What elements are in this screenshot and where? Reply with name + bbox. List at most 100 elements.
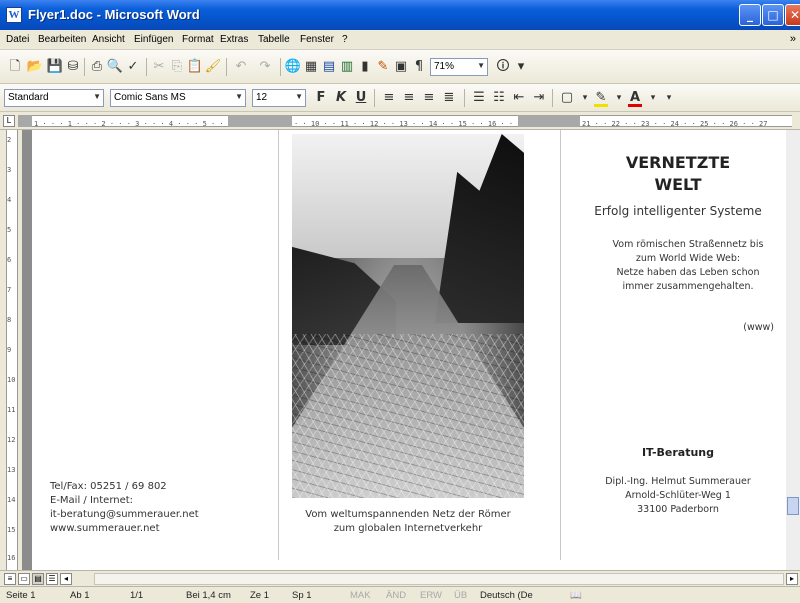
tab-selector-icon[interactable]: L xyxy=(3,115,15,127)
align-left-icon[interactable]: ≡ xyxy=(380,89,398,107)
permission-icon[interactable]: ⛁ xyxy=(64,58,82,76)
copy-icon[interactable]: ⎘ xyxy=(168,58,186,76)
numbering-icon[interactable]: ☰ xyxy=(470,89,488,107)
status-macro[interactable]: MAK xyxy=(350,590,371,601)
word-app-icon[interactable]: W xyxy=(6,7,22,23)
decrease-indent-icon[interactable]: ⇤ xyxy=(510,89,528,107)
caption-line-1: Vom weltumspannenden Netz der Römer xyxy=(305,509,511,520)
status-extend[interactable]: ERW xyxy=(420,590,442,601)
justify-icon[interactable]: ≣ xyxy=(440,89,458,107)
help-icon[interactable]: 🛈 xyxy=(494,58,512,76)
align-right-icon[interactable]: ≡ xyxy=(420,89,438,107)
subheadline: Erfolg intelligenter Systeme xyxy=(594,204,762,218)
increase-indent-icon[interactable]: ⇥ xyxy=(530,89,548,107)
zoom-value: 71% xyxy=(434,61,455,72)
columns-icon[interactable]: ▮ xyxy=(356,58,374,76)
style-combo[interactable]: Standard ▼ xyxy=(4,89,104,107)
menu-overflow-icon[interactable]: » xyxy=(790,33,796,45)
horizontal-scrollbar-area: ≡ ▭ ▤ ☰ ◂ ▸ xyxy=(0,570,800,586)
intro-text: Vom römischen Straßennetz bis zum World … xyxy=(590,238,786,294)
cut-icon[interactable]: ✂ xyxy=(150,58,168,76)
caption-line-2: zum globalen Internetverkehr xyxy=(333,523,483,534)
spelling-status-icon[interactable]: 📖 xyxy=(570,590,582,601)
maximize-button[interactable]: □ xyxy=(762,4,784,26)
menu-help[interactable]: ? xyxy=(342,34,348,45)
menu-tabelle[interactable]: Tabelle xyxy=(258,34,290,45)
insert-excel-icon[interactable]: ▥ xyxy=(338,58,356,76)
status-section: Ab 1 xyxy=(70,590,90,601)
redo-icon[interactable]: ↷ xyxy=(256,58,274,76)
road-photo[interactable] xyxy=(292,134,524,498)
www-note: (www) xyxy=(743,322,774,333)
phone-fax: Tel/Fax: 05251 / 69 802 xyxy=(50,481,167,492)
undo-icon[interactable]: ↶ xyxy=(232,58,250,76)
document-map-icon[interactable]: ▣ xyxy=(392,58,410,76)
chevron-down-icon[interactable]: ▼ xyxy=(93,92,101,101)
close-button[interactable]: ✕ xyxy=(785,4,800,26)
format-painter-icon[interactable]: 🖌 xyxy=(204,58,222,76)
status-line: Ze 1 xyxy=(250,590,270,601)
underline-button[interactable]: U xyxy=(352,89,370,107)
document-area[interactable]: Tel/Fax: 05251 / 69 802 E-Mail / Interne… xyxy=(22,130,786,570)
menu-fenster[interactable]: Fenster xyxy=(300,34,334,45)
drawing-icon[interactable]: ✎ xyxy=(374,58,392,76)
minimize-button[interactable]: _ xyxy=(739,4,761,26)
ruler-ticks-mid: · · 10 · · 11 · · 12 · · 13 · · 14 · · 1… xyxy=(294,120,516,128)
photo-caption: Vom weltumspannenden Netz der Römer zum … xyxy=(294,508,522,536)
intro-line-3: Netze haben das Leben schon xyxy=(616,267,760,278)
tables-borders-icon[interactable]: ▦ xyxy=(302,58,320,76)
zoom-combo[interactable]: 71% ▼ xyxy=(430,58,488,76)
scroll-thumb[interactable] xyxy=(787,497,799,515)
font-size-combo[interactable]: 12 ▼ xyxy=(252,89,306,107)
menu-einfuegen[interactable]: Einfügen xyxy=(134,34,173,45)
new-document-icon[interactable]: 🗋 xyxy=(6,58,24,76)
document-page[interactable]: Tel/Fax: 05251 / 69 802 E-Mail / Interne… xyxy=(32,130,786,570)
status-track-changes[interactable]: ÄND xyxy=(386,590,406,601)
title-bar[interactable]: W Flyer1.doc - Microsoft Word _ □ ✕ xyxy=(0,0,800,30)
toolbar-options-icon[interactable]: ▾ xyxy=(512,58,530,76)
spelling-icon[interactable]: ✓ xyxy=(124,58,142,76)
paste-icon[interactable]: 📋 xyxy=(186,58,204,76)
email-label: E-Mail / Internet: xyxy=(50,495,134,506)
chevron-down-icon[interactable]: ▼ xyxy=(477,61,485,70)
print-icon[interactable]: ⎙ xyxy=(88,58,106,76)
vertical-ruler[interactable]: 2 3 4 5 6 7 8 9 10 11 12 13 14 15 16 xyxy=(0,130,22,570)
status-language[interactable]: Deutsch (De xyxy=(480,590,533,601)
chevron-down-icon[interactable]: ▼ xyxy=(235,92,243,101)
align-center-icon[interactable]: ≡ xyxy=(400,89,418,107)
scroll-right-icon[interactable]: ▸ xyxy=(786,573,798,585)
status-page: Seite 1 xyxy=(6,590,36,601)
menu-ansicht[interactable]: Ansicht xyxy=(92,34,125,45)
menu-datei[interactable]: Datei xyxy=(6,34,29,45)
menu-extras[interactable]: Extras xyxy=(220,34,248,45)
italic-button[interactable]: K xyxy=(332,89,350,107)
font-combo[interactable]: Comic Sans MS ▼ xyxy=(110,89,246,107)
hyperlink-icon[interactable]: 🌐 xyxy=(284,58,302,76)
headline-line-2: WELT xyxy=(654,175,702,194)
menu-bearbeiten[interactable]: Bearbeiten xyxy=(38,34,86,45)
print-layout-icon[interactable]: ▤ xyxy=(32,573,44,585)
save-icon[interactable]: 💾 xyxy=(46,58,64,76)
status-overtype[interactable]: ÜB xyxy=(454,590,467,601)
print-preview-icon[interactable]: 🔍 xyxy=(106,58,124,76)
outline-view-icon[interactable]: ☰ xyxy=(46,573,58,585)
horizontal-ruler[interactable]: L 1 · · · 1 · · · 2 · · · 3 · · · 4 · · … xyxy=(0,112,800,130)
ruler-ticks-left: 1 · · · 1 · · · 2 · · · 3 · · · 4 · · · … xyxy=(34,120,226,128)
borders-icon[interactable]: ▢ xyxy=(558,89,576,107)
toolbar-options-icon[interactable]: ▾ xyxy=(660,89,678,107)
open-folder-icon[interactable]: 📂 xyxy=(26,58,44,76)
insert-table-icon[interactable]: ▤ xyxy=(320,58,338,76)
intro-line-4: immer zusammengehalten. xyxy=(622,281,754,292)
normal-view-icon[interactable]: ≡ xyxy=(4,573,16,585)
section-title: IT-Beratung xyxy=(641,446,715,459)
menu-format[interactable]: Format xyxy=(182,34,214,45)
web-view-icon[interactable]: ▭ xyxy=(18,573,30,585)
show-formatting-icon[interactable]: ¶ xyxy=(410,58,428,76)
horizontal-scrollbar[interactable] xyxy=(94,573,784,585)
bullets-icon[interactable]: ☷ xyxy=(490,89,508,107)
chevron-down-icon[interactable]: ▼ xyxy=(295,92,303,101)
bold-button[interactable]: F xyxy=(312,89,330,107)
vertical-scrollbar[interactable] xyxy=(786,130,800,570)
scroll-left-icon[interactable]: ◂ xyxy=(60,573,72,585)
window-title: Flyer1.doc - Microsoft Word xyxy=(28,7,200,22)
